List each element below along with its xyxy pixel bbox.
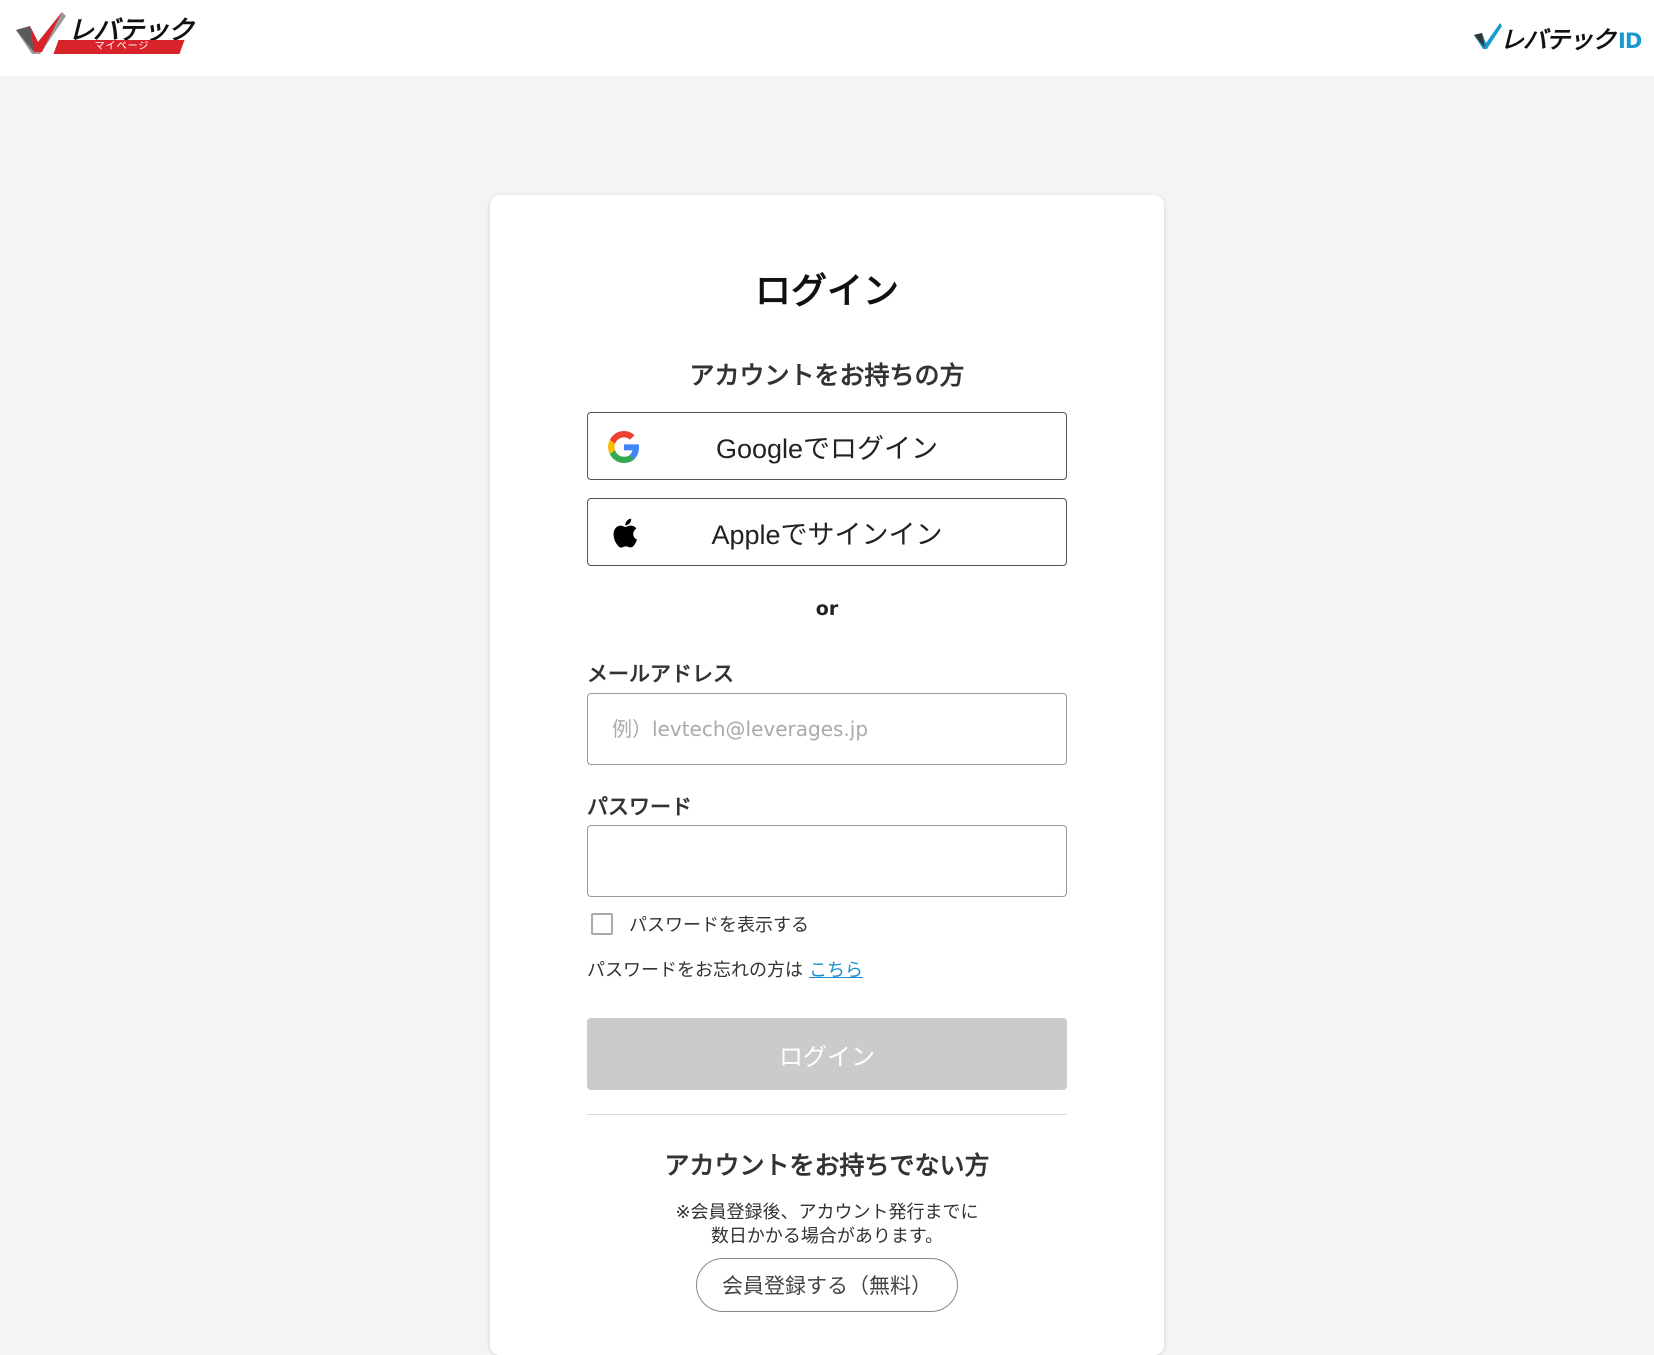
forgot-password-prefix: パスワードをお忘れの方は (587, 960, 803, 981)
apple-signin-button[interactable]: Appleでサインイン (587, 498, 1067, 566)
password-field[interactable] (587, 825, 1067, 897)
register-button[interactable]: 会員登録する（無料） (696, 1258, 958, 1312)
page-title: ログイン (754, 271, 899, 312)
logo-id-wordmark: レバテック ID (1500, 20, 1642, 55)
or-separator: or (815, 598, 839, 620)
logo-id-suffix: ID (1618, 29, 1642, 53)
email-label: メールアドレス (587, 662, 734, 686)
logo-id-wordmark-text: レバテック (1500, 26, 1616, 54)
google-g-icon (608, 431, 639, 463)
no-account-heading: アカウントをお持ちでない方 (664, 1151, 990, 1180)
register-note-line2: 数日かかる場合があります。 (710, 1226, 944, 1247)
section-divider (587, 1114, 1067, 1115)
forgot-password-text: パスワードをお忘れの方は こちら (587, 956, 863, 982)
existing-account-heading: アカウントをお持ちの方 (689, 361, 965, 390)
email-field[interactable] (587, 693, 1067, 765)
apple-signin-label: Appleでサインイン (711, 519, 943, 550)
google-login-label: Googleでログイン (715, 433, 939, 464)
google-login-button[interactable]: Googleでログイン (587, 412, 1067, 480)
show-password-label[interactable]: パスワードを表示する (629, 911, 809, 937)
password-label: パスワード (587, 795, 692, 819)
show-password-checkbox[interactable] (591, 913, 613, 935)
logo-band-text: マイページ (94, 41, 150, 52)
site-header: レバテック マイページ レバテック ID (0, 0, 1654, 76)
levtech-id-check-icon (1474, 23, 1502, 49)
register-note-line1: ※会員登録後、アカウント発行までに (675, 1202, 979, 1223)
apple-icon (613, 518, 637, 548)
levtech-mypage-logo[interactable]: レバテック マイページ (16, 10, 194, 58)
levtech-id-logo[interactable]: レバテック ID (1474, 20, 1642, 55)
forgot-password-link[interactable]: こちら (809, 960, 863, 981)
login-submit-button[interactable]: ログイン (587, 1018, 1067, 1090)
